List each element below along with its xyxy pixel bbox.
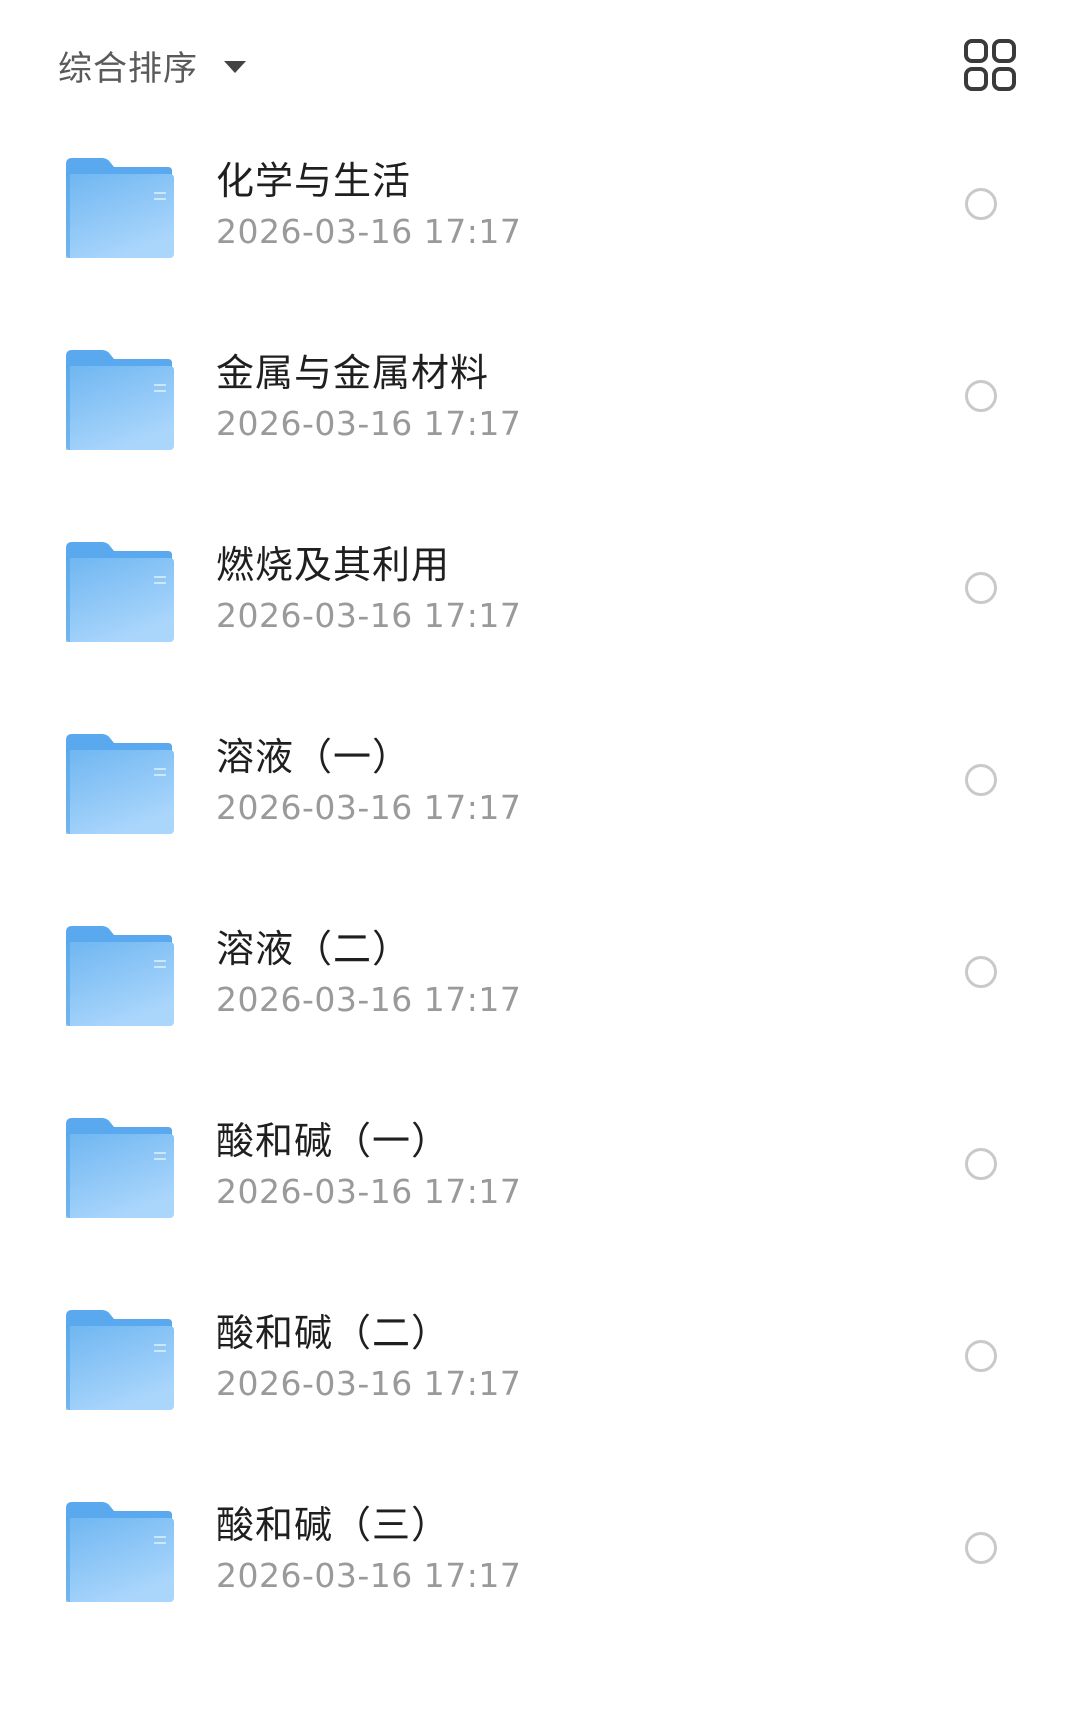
file-row[interactable]: 燃烧及其利用 2026-03-16 17:17 (0, 514, 1080, 706)
folder-icon (66, 350, 174, 450)
file-date: 2026-03-16 17:17 (216, 404, 522, 443)
folder-icon (66, 1310, 174, 1410)
select-radio[interactable] (965, 572, 997, 604)
select-radio[interactable] (965, 380, 997, 412)
file-name: 溶液（二） (216, 927, 412, 971)
file-name: 酸和碱（一） (216, 1119, 451, 1163)
file-name: 酸和碱（三） (216, 1503, 451, 1547)
folder-icon (66, 542, 174, 642)
select-radio[interactable] (965, 1340, 997, 1372)
file-row[interactable]: 金属与金属材料 2026-03-16 17:17 (0, 322, 1080, 514)
sort-dropdown[interactable]: 综合排序 (58, 40, 246, 90)
file-date: 2026-03-16 17:17 (216, 596, 522, 635)
file-date: 2026-03-16 17:17 (216, 1172, 522, 1211)
file-date: 2026-03-16 17:17 (216, 1556, 522, 1595)
file-row[interactable]: 酸和碱（一） 2026-03-16 17:17 (0, 1090, 1080, 1282)
file-name: 溶液（一） (216, 735, 412, 779)
file-row[interactable]: 酸和碱（二） 2026-03-16 17:17 (0, 1282, 1080, 1474)
file-date: 2026-03-16 17:17 (216, 788, 522, 827)
folder-icon (66, 1118, 174, 1218)
file-name: 酸和碱（二） (216, 1311, 451, 1355)
select-radio[interactable] (965, 956, 997, 988)
file-date: 2026-03-16 17:17 (216, 212, 522, 251)
caret-down-icon (224, 61, 246, 73)
folder-icon (66, 158, 174, 258)
select-radio[interactable] (965, 1532, 997, 1564)
file-row[interactable]: 溶液（二） 2026-03-16 17:17 (0, 898, 1080, 1090)
file-date: 2026-03-16 17:17 (216, 1364, 522, 1403)
folder-icon (66, 734, 174, 834)
file-list: 化学与生活 2026-03-16 17:17 金属与金属材料 2026-03-1… (0, 130, 1080, 1666)
file-row[interactable]: 化学与生活 2026-03-16 17:17 (0, 130, 1080, 322)
folder-icon (66, 926, 174, 1026)
file-date: 2026-03-16 17:17 (216, 980, 522, 1019)
select-radio[interactable] (965, 188, 997, 220)
grid-view-icon (964, 39, 1016, 91)
folder-icon (66, 1502, 174, 1602)
file-row[interactable]: 酸和碱（三） 2026-03-16 17:17 (0, 1474, 1080, 1666)
file-name: 燃烧及其利用 (216, 543, 451, 587)
file-name: 金属与金属材料 (216, 351, 490, 395)
select-radio[interactable] (965, 1148, 997, 1180)
list-header: 综合排序 (0, 0, 1080, 130)
file-name: 化学与生活 (216, 159, 412, 203)
file-browser-page: 综合排序 化学与生活 2026-03-16 17:17 金属与金属材料 2026… (0, 0, 1080, 1720)
grid-view-button[interactable] (963, 38, 1017, 92)
sort-label: 综合排序 (58, 48, 198, 89)
select-radio[interactable] (965, 764, 997, 796)
file-row[interactable]: 溶液（一） 2026-03-16 17:17 (0, 706, 1080, 898)
